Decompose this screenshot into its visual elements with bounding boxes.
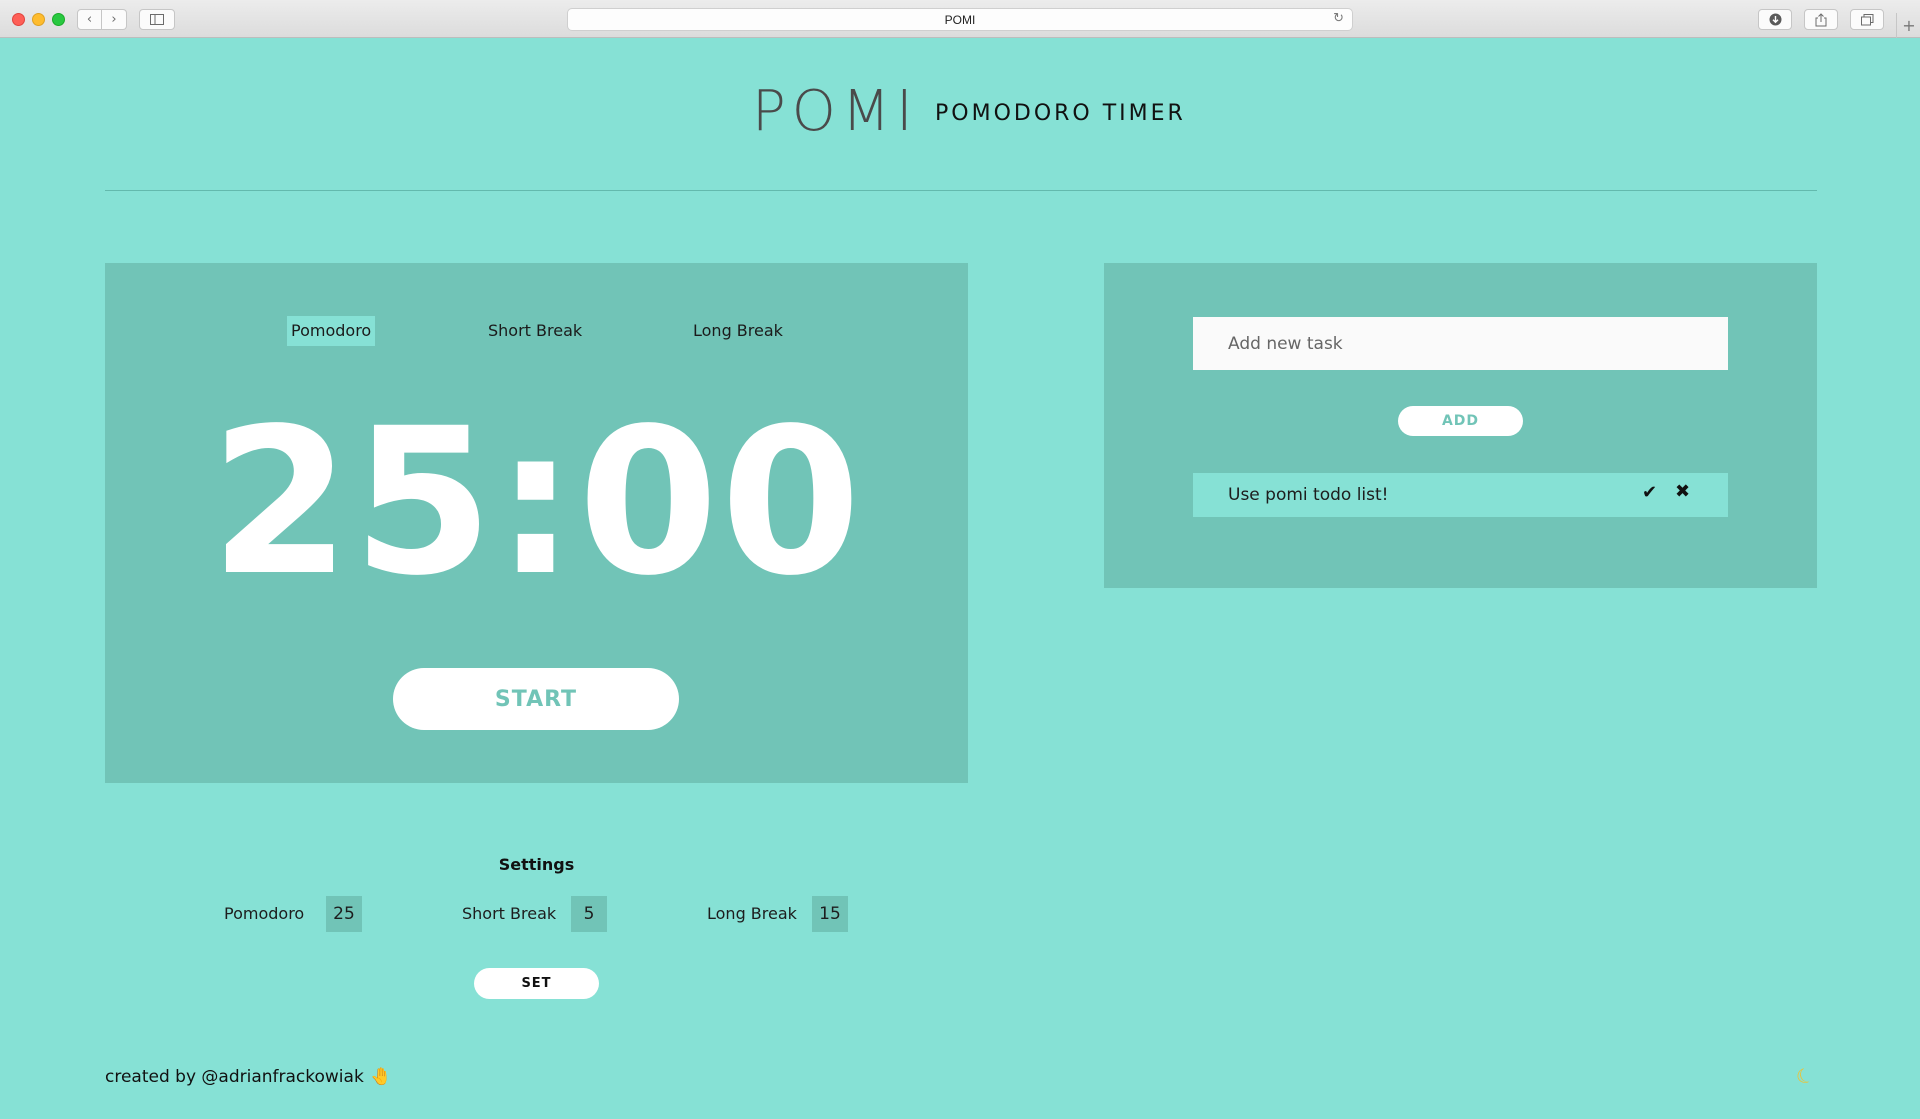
sidebar-toggle-button[interactable] [139, 9, 175, 30]
timer-display: 25:00 [210, 384, 863, 620]
setting-label-short-break: Short Break [462, 904, 557, 923]
chevron-right-icon: › [111, 12, 117, 27]
start-button[interactable]: START [393, 668, 679, 730]
sidebar-icon [150, 14, 164, 25]
add-task-button[interactable]: ADD [1398, 406, 1523, 436]
set-button[interactable]: SET [474, 968, 599, 999]
plus-icon: + [1902, 16, 1916, 35]
new-tab-button[interactable]: + [1896, 13, 1920, 38]
footer-credit-text[interactable]: created by @adrianfrackowiak [105, 1067, 364, 1087]
zoom-window-button[interactable] [52, 13, 65, 26]
forward-button[interactable]: › [102, 9, 127, 30]
download-icon [1769, 13, 1781, 26]
browser-toolbar: ‹ › POMI ↻ + [0, 0, 1920, 38]
close-icon[interactable]: ✖ [1675, 481, 1690, 502]
back-button[interactable]: ‹ [77, 9, 102, 30]
downloads-button[interactable] [1758, 9, 1792, 30]
setting-input-short-break[interactable]: 5 [571, 896, 607, 932]
header-divider [105, 190, 1817, 191]
tab-pomodoro[interactable]: Pomodoro [287, 316, 376, 346]
todo-item-text: Use pomi todo list! [1228, 485, 1389, 505]
nav-button-group: ‹ › [77, 9, 127, 30]
address-text: POMI [944, 12, 976, 27]
app-logo: POMI [752, 79, 919, 144]
tabs-icon [1860, 13, 1873, 25]
share-icon [1815, 12, 1827, 26]
tab-overview-button[interactable] [1850, 9, 1884, 30]
check-icon[interactable]: ✔ [1642, 482, 1657, 503]
share-button[interactable] [1804, 9, 1838, 30]
tab-short-break[interactable]: Short Break [484, 316, 586, 346]
new-task-input[interactable] [1193, 317, 1728, 370]
moon-icon[interactable]: ☾ [1792, 1062, 1817, 1091]
setting-input-pomodoro[interactable]: 25 [326, 896, 362, 932]
settings-title: Settings [498, 855, 575, 874]
chevron-left-icon: ‹ [86, 12, 93, 27]
setting-label-pomodoro: Pomodoro [224, 904, 305, 923]
footer-credit: created by @adrianfrackowiak ✋ [105, 1067, 391, 1087]
tab-long-break[interactable]: Long Break [689, 316, 787, 346]
setting-input-long-break[interactable]: 15 [812, 896, 848, 932]
reload-icon[interactable]: ↻ [1333, 11, 1344, 26]
setting-label-long-break: Long Break [707, 904, 797, 923]
app-subtitle: POMODORO TIMER [935, 101, 1186, 126]
todo-list-item: Use pomi todo list! ✔ ✖ [1193, 473, 1728, 517]
waving-hand-icon: ✋ [369, 1067, 391, 1087]
close-window-button[interactable] [12, 13, 25, 26]
minimize-window-button[interactable] [32, 13, 45, 26]
address-bar[interactable]: POMI ↻ [567, 8, 1353, 31]
